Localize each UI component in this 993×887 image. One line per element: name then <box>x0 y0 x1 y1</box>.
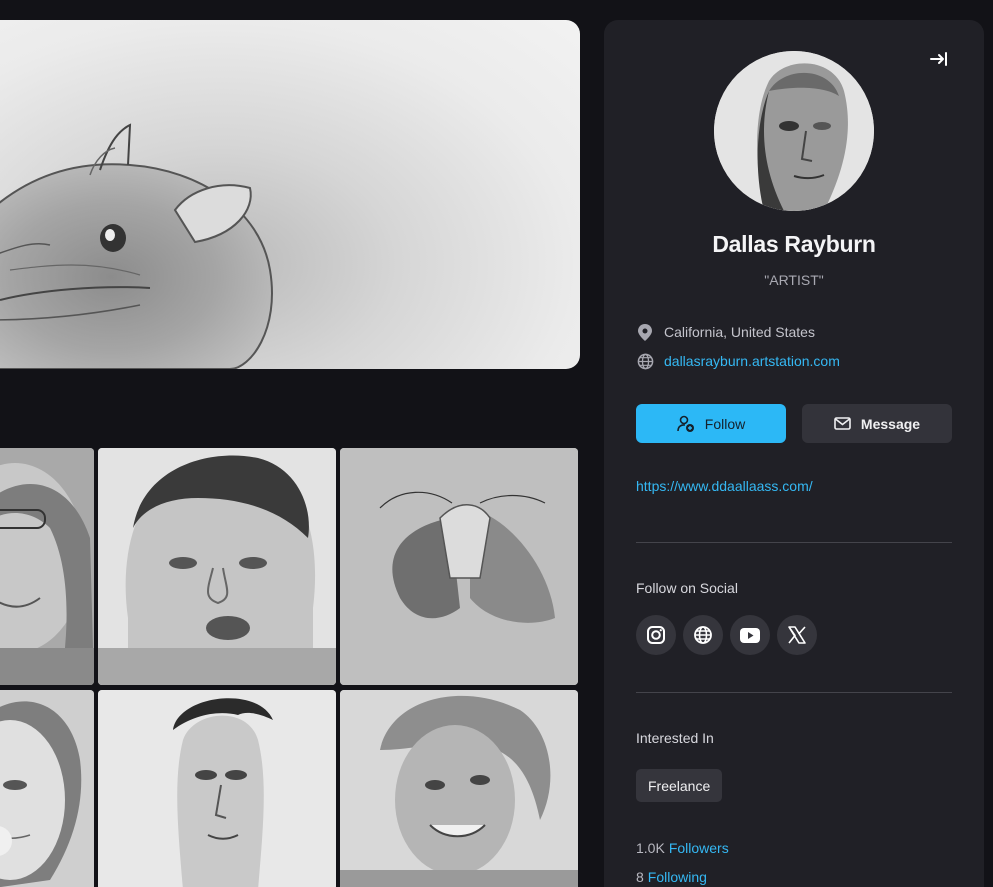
interests-heading: Interested In <box>636 730 714 746</box>
location-row: California, United States <box>636 322 815 342</box>
divider <box>636 692 952 693</box>
location-text: California, United States <box>664 324 815 340</box>
artwork-thumbnail[interactable] <box>0 448 94 685</box>
following-count: 8 <box>636 869 644 885</box>
divider <box>636 542 952 543</box>
artstation-row: dallasrayburn.artstation.com <box>636 351 840 371</box>
followers-count: 1.0K <box>636 840 665 856</box>
social-links <box>636 615 817 655</box>
follow-button[interactable]: Follow <box>636 404 786 443</box>
globe-icon <box>636 352 654 370</box>
profile-page: Dallas Rayburn "ARTIST" California, Unit… <box>0 0 993 887</box>
following-link[interactable]: Following <box>648 869 707 885</box>
social-heading: Follow on Social <box>636 580 738 596</box>
interest-chip: Freelance <box>636 769 723 802</box>
mail-icon <box>834 417 851 430</box>
avatar[interactable] <box>714 51 874 211</box>
message-button[interactable]: Message <box>802 404 952 443</box>
follow-button-label: Follow <box>704 415 746 432</box>
website-link[interactable]: https://www.ddaallaass.com/ <box>636 478 813 494</box>
artwork-thumbnail[interactable] <box>98 690 336 887</box>
followers-link[interactable]: Followers <box>669 840 729 856</box>
youtube-icon[interactable] <box>730 615 770 655</box>
cover-artwork[interactable] <box>0 20 580 369</box>
profile-name: Dallas Rayburn <box>712 231 876 257</box>
message-button-label: Message <box>860 415 921 432</box>
artwork-thumbnail[interactable] <box>98 448 336 685</box>
x-icon[interactable] <box>777 615 817 655</box>
artwork-thumbnail[interactable] <box>340 690 578 887</box>
add-user-icon <box>676 415 695 433</box>
artwork-thumbnail[interactable] <box>340 448 578 685</box>
collapse-panel-icon[interactable] <box>928 52 950 70</box>
followers-stat: 1.0K Followers <box>636 840 729 856</box>
profile-headline: "ARTIST" <box>764 272 824 288</box>
artwork-thumbnail[interactable] <box>0 690 94 887</box>
artstation-link[interactable]: dallasrayburn.artstation.com <box>664 353 840 369</box>
following-stat: 8 Following <box>636 869 707 885</box>
profile-sidebar: Dallas Rayburn "ARTIST" California, Unit… <box>604 20 984 887</box>
globe-icon[interactable] <box>683 615 723 655</box>
instagram-icon[interactable] <box>636 615 676 655</box>
location-pin-icon <box>636 323 654 341</box>
